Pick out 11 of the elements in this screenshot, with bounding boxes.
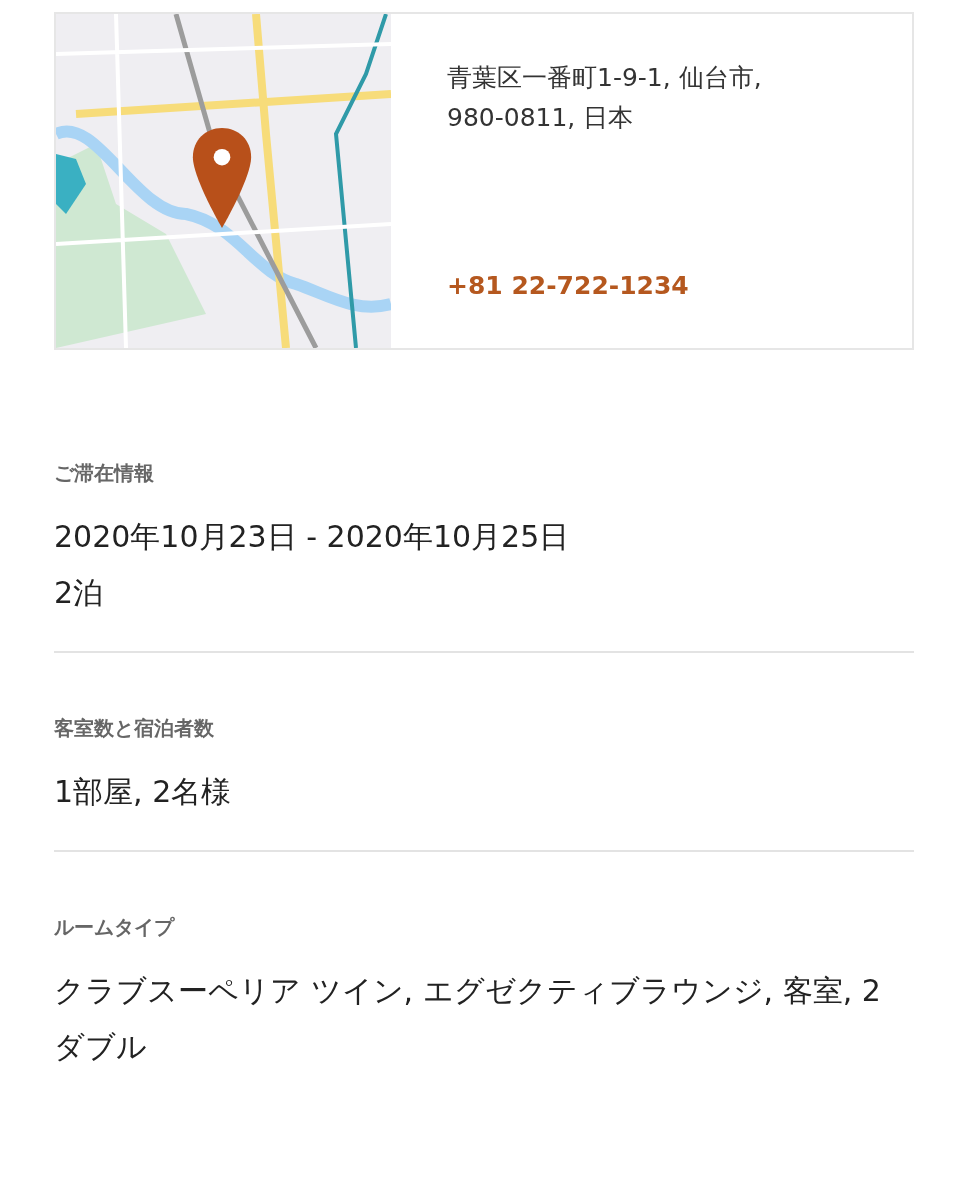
section-value: クラブスーペリア ツイン, エグゼクティブラウンジ, 客室, 2 ダブル bbox=[54, 972, 882, 1066]
address-text: 青葉区一番町1-9-1, 仙台市, bbox=[447, 62, 763, 94]
section-value: 2020年10月23日 - 2020年10月25日 bbox=[54, 518, 571, 556]
phone-link[interactable]: +81 22-722-1234 bbox=[447, 271, 689, 300]
section-label: ご滞在情報 bbox=[54, 460, 155, 487]
section-value: 1部屋, 2名様 bbox=[54, 773, 233, 811]
section-label: 客室数と宿泊者数 bbox=[54, 715, 215, 742]
section-label: ルームタイプ bbox=[54, 914, 176, 941]
address-text: 980-0811, 日本 bbox=[447, 102, 635, 134]
section-value: 2泊 bbox=[54, 574, 105, 612]
map-pin-icon bbox=[190, 126, 254, 230]
